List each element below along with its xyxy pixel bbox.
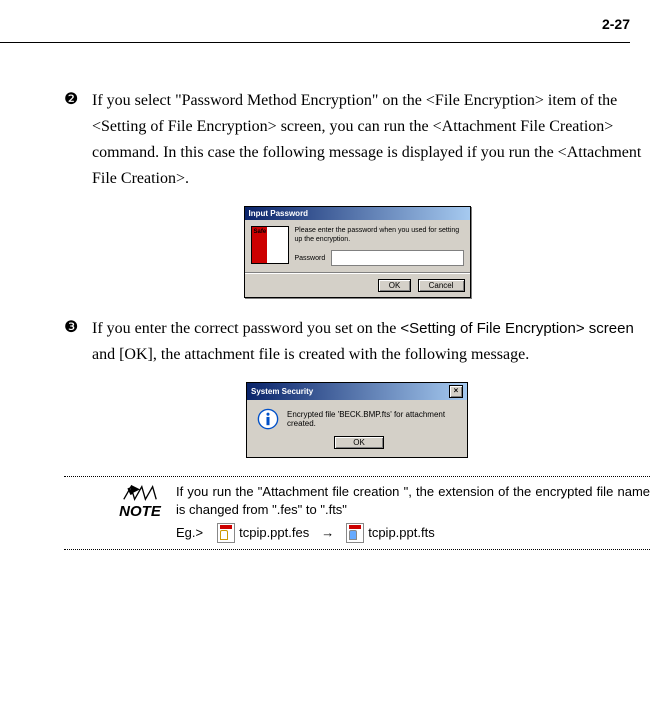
divider [64, 476, 650, 477]
dialog-message: Encrypted file 'BECK.BMP.fts' for attach… [287, 410, 457, 428]
arrow-icon: → [321, 524, 334, 542]
info-icon [257, 408, 279, 430]
step-3: ❸ If you enter the correct password you … [64, 316, 650, 368]
example-row: Eg.> tcpip.ppt.fes → tcpip.ppt.fts [176, 523, 650, 543]
file-fes-icon [217, 523, 235, 543]
ok-button[interactable]: OK [334, 436, 384, 449]
input-password-dialog: Input Password Safe Please enter the pas… [244, 206, 471, 298]
filename-fes: tcpip.ppt.fes [239, 524, 309, 542]
system-security-dialog: System Security × Encrypted file 'BECK.B… [246, 382, 468, 458]
divider [64, 549, 650, 550]
cancel-button[interactable]: Cancel [418, 279, 465, 292]
dialog-title: System Security [251, 387, 313, 396]
page-number: 2-27 [602, 16, 630, 32]
step-2-bullet: ❷ [64, 88, 92, 192]
dialog-message: Please enter the password when you used … [295, 226, 464, 244]
note-icon: NOTE [104, 483, 176, 543]
header-rule [0, 42, 630, 43]
note-block: NOTE If you run the "Attachment file cre… [64, 483, 650, 543]
step-3-text: If you enter the correct password you se… [92, 316, 650, 368]
password-label: Password [295, 255, 326, 262]
file-fts-icon [346, 523, 364, 543]
dialog-title: Input Password [245, 207, 470, 220]
close-icon[interactable]: × [449, 385, 463, 398]
safe-logo-icon: Safe [251, 226, 289, 264]
note-text: If you run the "Attachment file creation… [176, 483, 650, 519]
ok-button[interactable]: OK [378, 279, 412, 292]
step-2-text: If you select "Password Method Encryptio… [92, 88, 650, 192]
eg-label: Eg.> [176, 524, 203, 542]
filename-fts: tcpip.ppt.fts [368, 524, 434, 542]
step-2: ❷ If you select "Password Method Encrypt… [64, 88, 650, 192]
password-input[interactable] [331, 250, 463, 266]
step-3-bullet: ❸ [64, 316, 92, 368]
